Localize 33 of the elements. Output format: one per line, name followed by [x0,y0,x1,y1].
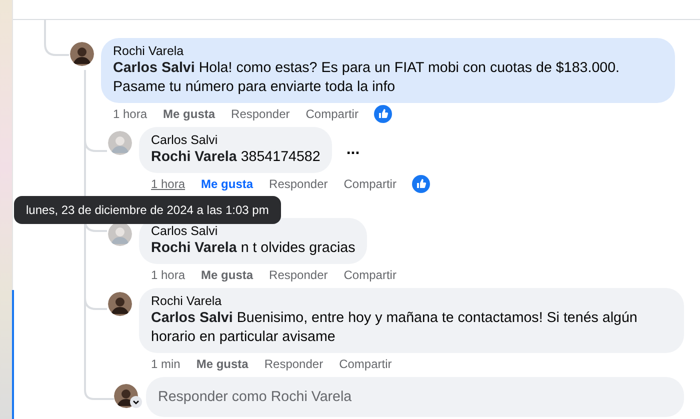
like-link[interactable]: Me gusta [201,268,254,282]
reply-input[interactable]: Responder como Rochi Varela [146,377,684,417]
share-link[interactable]: Compartir [344,177,396,191]
comment-author[interactable]: Rochi Varela [113,43,663,59]
like-link[interactable]: Me gusta [201,177,254,191]
date-tooltip: lunes, 23 de diciembre de 2024 a las 1:03 pm [14,196,281,224]
like-link[interactable]: Me gusta [196,357,248,371]
share-link[interactable]: Compartir [306,107,358,121]
reply-link[interactable]: Responder [269,177,328,191]
comment-text: Carlos Salvi Hola! como estas? Es para un FIAT mobi con cuotas de $183.000. Pasame tu número para enviarte toda la info [113,59,621,97]
comment-author[interactable]: Carlos Salvi [151,223,356,239]
reply-link[interactable]: Responder [264,357,324,371]
like-icon [412,175,430,193]
chevron-icon[interactable] [130,396,142,408]
like-link[interactable]: Me gusta [163,107,216,121]
comment-author[interactable]: Carlos Salvi [151,132,320,148]
reply-link[interactable]: Responder [231,107,290,121]
comment-text: Rochi Varela 3854174582 [151,148,320,167]
timestamp-link[interactable]: 1 hora [151,177,186,191]
share-link[interactable]: Compartir [344,268,396,282]
like-icon [374,105,392,123]
timestamp-link[interactable]: 1 min [151,357,180,371]
comment-text: Rochi Varela n t olvides gracias [151,239,356,258]
timestamp-link[interactable]: 1 hora [113,107,148,121]
share-link[interactable]: Compartir [339,357,392,371]
comment-text: Carlos Salvi Buenisimo, entre hoy y mañana te contactamos! Si tenés algún horario en particular avisame [151,309,638,347]
reply-link[interactable]: Responder [269,268,328,282]
more-options-button[interactable]: ... [342,141,364,159]
comment-author[interactable]: Rochi Varela [151,293,672,309]
avatar[interactable] [70,42,94,66]
avatar[interactable] [108,292,132,316]
avatar[interactable] [108,222,132,246]
timestamp-link[interactable]: 1 hora [151,268,186,282]
